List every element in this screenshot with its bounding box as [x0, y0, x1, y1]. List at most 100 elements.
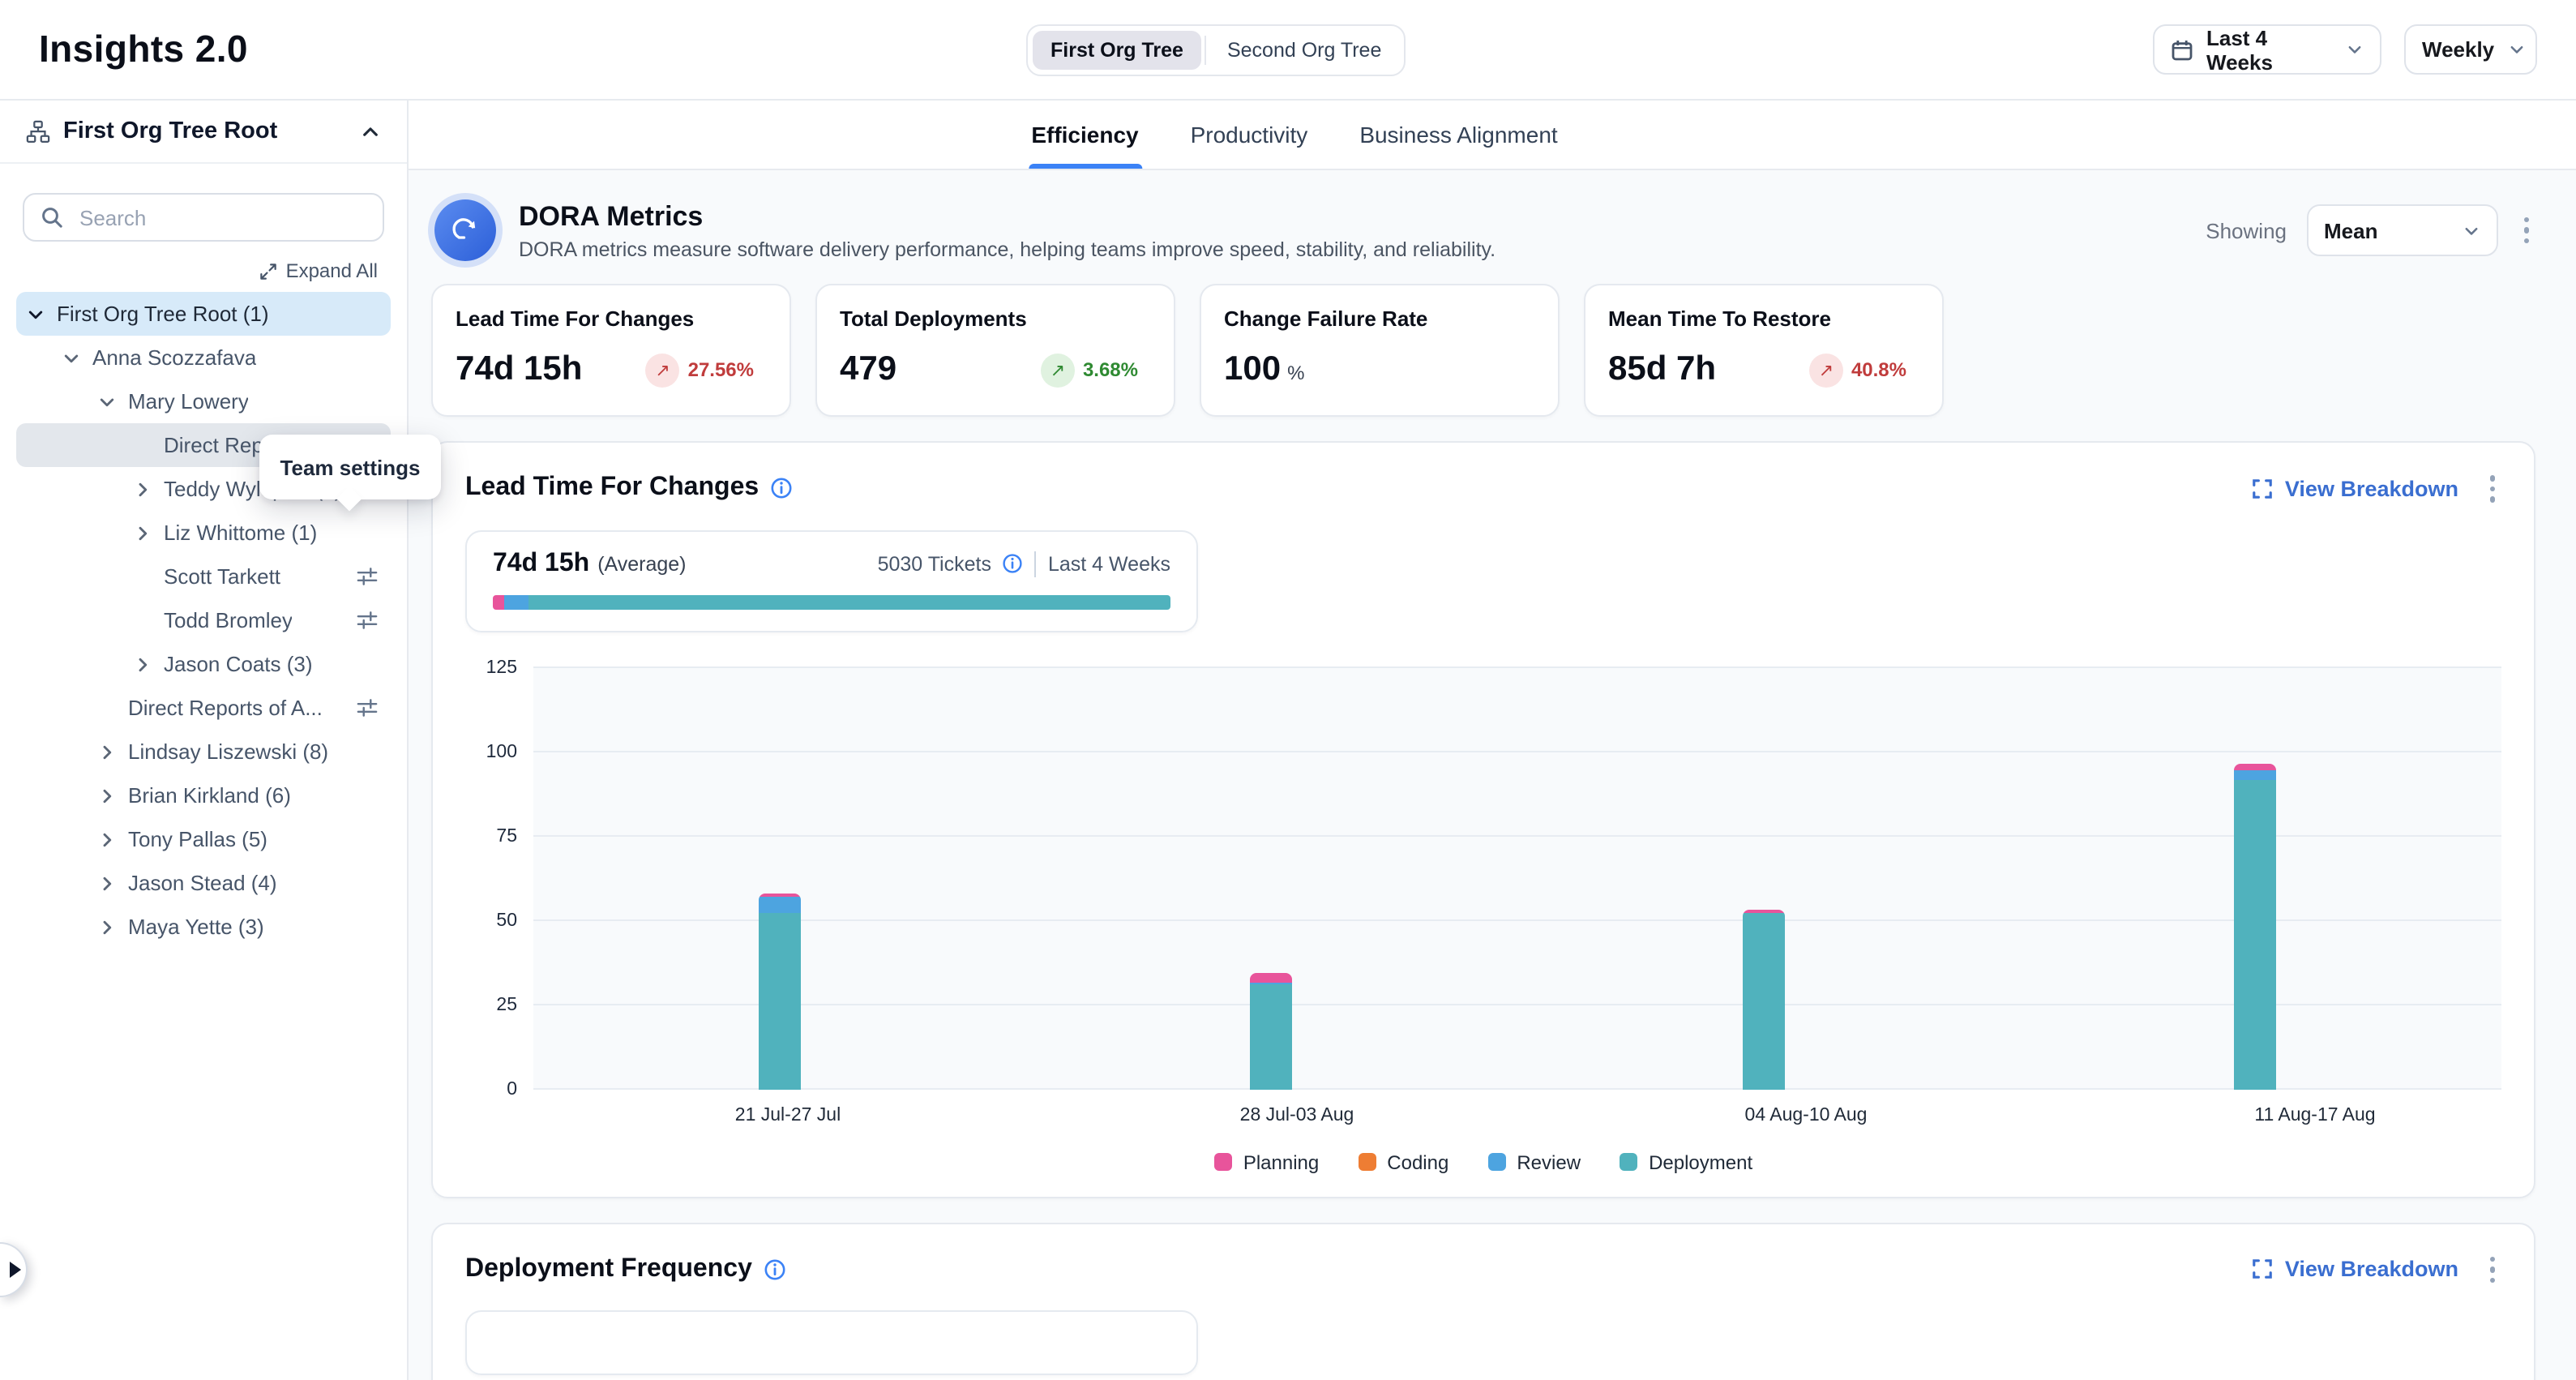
legend-swatch-deployment: [1620, 1153, 1637, 1171]
metric-card-delta-bad: ↗40.8%: [1809, 353, 1906, 387]
legend-label: Coding: [1387, 1151, 1448, 1173]
expand-breakdown-icon: [2253, 1259, 2274, 1280]
chart-bar-11-aug-17-aug[interactable]: [2235, 765, 2277, 1089]
chevron-down-icon[interactable]: [58, 348, 84, 367]
chevron-down-icon: [2507, 41, 2525, 58]
metric-card-value-row: 74d 15h↗27.56%: [456, 350, 767, 389]
metric-card-title: Lead Time For Changes: [456, 306, 767, 331]
chevron-down-icon[interactable]: [23, 304, 49, 324]
search-icon: [41, 206, 63, 229]
header-controls: Last 4 Weeks Weekly: [2153, 24, 2537, 75]
lead-time-kebab-menu[interactable]: [2483, 469, 2501, 508]
deployment-frequency-title: Deployment Frequency: [465, 1255, 752, 1284]
granularity-select[interactable]: Weekly: [2404, 24, 2537, 75]
tree-item-label: Tony Pallas (5): [128, 827, 267, 851]
metric-card-delta-good: ↗3.68%: [1041, 353, 1138, 387]
info-icon[interactable]: [1003, 553, 1024, 574]
expand-all-icon: [260, 262, 278, 280]
toggle-first-org-tree[interactable]: First Org Tree: [1033, 31, 1201, 70]
tree-item-jason-coats-3[interactable]: Jason Coats (3): [16, 642, 391, 686]
tab-productivity[interactable]: Productivity: [1187, 101, 1312, 169]
legend-item-review: Review: [1487, 1151, 1581, 1173]
dora-controls: Showing Mean: [2206, 204, 2535, 256]
team-settings-icon[interactable]: [357, 697, 378, 718]
gridline-100: [533, 751, 2501, 752]
view-breakdown-button[interactable]: View Breakdown: [2253, 477, 2458, 501]
legend-swatch-planning: [1214, 1153, 1232, 1171]
metric-card-value-row: 479↗3.68%: [840, 350, 1151, 389]
y-tick-label: 75: [496, 826, 517, 846]
showing-label: Showing: [2206, 218, 2287, 242]
collapse-sidebar-chevron-up-icon[interactable]: [360, 121, 381, 142]
tree-item-label: Jason Coats (3): [164, 652, 313, 676]
bar-segment-review: [759, 896, 801, 914]
view-breakdown-button[interactable]: View Breakdown: [2253, 1258, 2458, 1282]
sidebar-root-label: First Org Tree Root: [63, 118, 347, 144]
tree-item-maya-yette-3[interactable]: Maya Yette (3): [16, 905, 391, 949]
tree-item-liz-whittome-1[interactable]: Liz Whittome (1): [16, 511, 391, 555]
chart-bar-21-jul-27-jul[interactable]: [759, 894, 801, 1089]
chevron-down-icon: [2462, 221, 2480, 239]
main-area: Efficiency Productivity Business Alignment…: [409, 101, 2576, 1380]
granularity-value: Weekly: [2422, 37, 2494, 62]
tab-business-alignment[interactable]: Business Alignment: [1356, 101, 1560, 169]
date-range-select[interactable]: Last 4 Weeks: [2153, 24, 2381, 75]
lead-time-card-header: Lead Time For Changes View Breakdown: [465, 469, 2501, 508]
tree-item-anna-scozzafava[interactable]: Anna Scozzafava: [16, 336, 391, 379]
bar-segment-planning: [2235, 765, 2277, 771]
sidebar-header: First Org Tree Root: [0, 101, 407, 164]
tree-item-first-org-tree-root-1[interactable]: First Org Tree Root (1): [16, 292, 391, 336]
metric-card-value: 74d 15h: [456, 350, 582, 389]
team-settings-icon[interactable]: [357, 566, 378, 587]
chevron-right-icon[interactable]: [94, 829, 120, 849]
info-icon[interactable]: [770, 478, 793, 500]
tree-item-label: First Org Tree Root (1): [57, 302, 269, 326]
app-header: Insights 2.0 First Org Tree Second Org T…: [0, 0, 2576, 101]
team-settings-icon[interactable]: [357, 610, 378, 631]
toggle-second-org-tree[interactable]: Second Org Tree: [1209, 31, 1399, 70]
metric-card-value: 100%: [1224, 350, 1304, 389]
chevron-right-icon[interactable]: [94, 917, 120, 936]
tree-item-mary-lowery[interactable]: Mary Lowery: [16, 379, 391, 423]
chevron-down-icon[interactable]: [94, 392, 120, 411]
bar-segment-review: [2235, 771, 2277, 779]
chevron-right-icon[interactable]: [94, 742, 120, 761]
chevron-right-icon[interactable]: [130, 654, 156, 674]
tree-item-label: Mary Lowery: [128, 389, 249, 414]
chevron-right-icon[interactable]: [94, 873, 120, 893]
tree-item-scott-tarkett[interactable]: Scott Tarkett: [16, 555, 391, 598]
dora-kebab-menu[interactable]: [2517, 211, 2535, 251]
search-input[interactable]: [76, 204, 368, 231]
tabs-bar: Efficiency Productivity Business Alignment: [409, 101, 2576, 170]
page-title: Insights 2.0: [39, 28, 248, 71]
tree-item-todd-bromley[interactable]: Todd Bromley: [16, 598, 391, 642]
date-range-value: Last 4 Weeks: [2206, 25, 2333, 74]
dora-cycle-icon: [434, 199, 496, 261]
calendar-icon: [2171, 38, 2193, 61]
expand-all-button[interactable]: Expand All: [0, 259, 378, 282]
chart-bar-04-aug-10-aug[interactable]: [1743, 911, 1785, 1089]
chevron-right-icon[interactable]: [130, 523, 156, 542]
metric-card-value-row: 85d 7h↗40.8%: [1608, 350, 1919, 389]
chevron-right-icon[interactable]: [94, 786, 120, 805]
aggregation-select[interactable]: Mean: [2306, 204, 2497, 256]
chart-bar-28-jul-03-aug[interactable]: [1251, 972, 1293, 1089]
chevron-right-icon[interactable]: [130, 479, 156, 499]
bar-segment-deployment: [2235, 779, 2277, 1089]
y-tick-label: 25: [496, 995, 517, 1014]
tree-item-jason-stead-4[interactable]: Jason Stead (4): [16, 861, 391, 905]
tree-item-brian-kirkland-6[interactable]: Brian Kirkland (6): [16, 774, 391, 817]
tree-item-tony-pallas-5[interactable]: Tony Pallas (5): [16, 817, 391, 861]
org-tree-sidebar: First Org Tree Root Expand All First Org…: [0, 101, 409, 1380]
tree-item-direct-reports-of-a[interactable]: Direct Reports of A...: [16, 686, 391, 730]
tree-item-label: Maya Yette (3): [128, 915, 264, 939]
info-icon[interactable]: [764, 1258, 786, 1281]
y-tick-label: 0: [507, 1079, 517, 1099]
bar-segment-planning: [1251, 972, 1293, 983]
expand-all-label: Expand All: [286, 259, 378, 282]
tab-efficiency[interactable]: Efficiency: [1028, 101, 1141, 169]
tree-item-lindsay-liszewski-8[interactable]: Lindsay Liszewski (8): [16, 730, 391, 774]
legend-item-planning: Planning: [1214, 1151, 1319, 1173]
deployment-kebab-menu[interactable]: [2483, 1249, 2501, 1289]
x-axis-label: 04 Aug-10 Aug: [1745, 1105, 1868, 1125]
